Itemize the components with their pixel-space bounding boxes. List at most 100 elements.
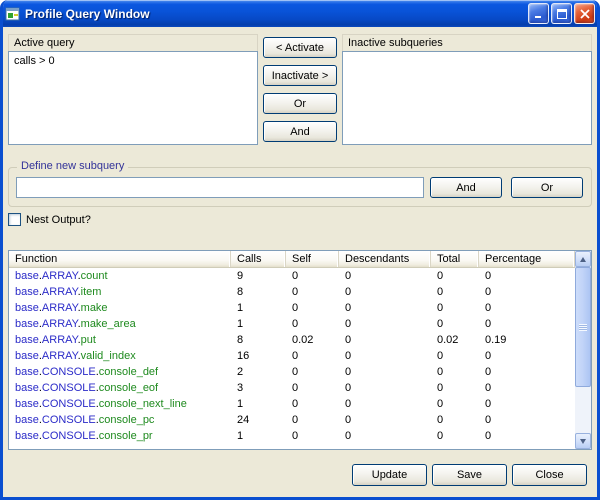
nest-output-label[interactable]: Nest Output? bbox=[26, 214, 91, 226]
table-row[interactable]: base.ARRAY.make_area 1 0 0 0 0 bbox=[9, 316, 575, 332]
profile-query-window: Profile Query Window Active query calls … bbox=[0, 0, 600, 500]
scroll-thumb[interactable] bbox=[575, 267, 591, 387]
minimize-icon bbox=[534, 9, 544, 19]
table-row[interactable]: base.CONSOLE.console_pc 24 0 0 0 0 bbox=[9, 412, 575, 428]
cell-self: 0.02 bbox=[286, 332, 339, 348]
header-percentage[interactable]: Percentage bbox=[479, 251, 575, 267]
active-query-listbox[interactable]: calls > 0 bbox=[8, 51, 258, 145]
define-subquery-label: Define new subquery bbox=[17, 160, 128, 172]
function-table: Function Calls Self Descendants Total Pe… bbox=[8, 250, 592, 450]
table-body: base.ARRAY.count 9 0 0 0 0 base.ARRAY.it… bbox=[9, 268, 575, 449]
function-name: base.CONSOLE.console_pr bbox=[9, 428, 231, 444]
cell-descendants: 0 bbox=[339, 428, 431, 444]
cell-calls: 9 bbox=[231, 268, 286, 284]
and-transfer-button[interactable]: And bbox=[263, 121, 337, 142]
thumb-grip-icon bbox=[579, 324, 587, 331]
cell-descendants: 0 bbox=[339, 300, 431, 316]
cell-percentage: 0 bbox=[479, 396, 575, 412]
scroll-up-button[interactable] bbox=[575, 251, 591, 267]
table-row[interactable]: base.ARRAY.count 9 0 0 0 0 bbox=[9, 268, 575, 284]
cell-percentage: 0 bbox=[479, 364, 575, 380]
maximize-button[interactable] bbox=[551, 3, 572, 24]
function-name: base.CONSOLE.console_next_line bbox=[9, 396, 231, 412]
function-name: base.ARRAY.make bbox=[9, 300, 231, 316]
cell-self: 0 bbox=[286, 364, 339, 380]
cell-calls: 1 bbox=[231, 396, 286, 412]
table-row[interactable]: base.ARRAY.make 1 0 0 0 0 bbox=[9, 300, 575, 316]
update-button[interactable]: Update bbox=[352, 464, 427, 486]
cell-self: 0 bbox=[286, 412, 339, 428]
save-button[interactable]: Save bbox=[432, 464, 507, 486]
active-query-item[interactable]: calls > 0 bbox=[9, 52, 257, 67]
nest-output-checkbox[interactable] bbox=[8, 213, 21, 226]
cell-total: 0 bbox=[431, 348, 479, 364]
subquery-or-button[interactable]: Or bbox=[511, 177, 583, 198]
inactivate-button[interactable]: Inactivate > bbox=[263, 65, 337, 86]
header-self[interactable]: Self bbox=[286, 251, 339, 267]
app-icon bbox=[5, 6, 21, 22]
header-descendants[interactable]: Descendants bbox=[339, 251, 431, 267]
cell-total: 0 bbox=[431, 428, 479, 444]
subquery-and-button[interactable]: And bbox=[430, 177, 502, 198]
cell-descendants: 0 bbox=[339, 380, 431, 396]
inactive-subqueries-listbox[interactable] bbox=[342, 51, 592, 145]
cell-total: 0 bbox=[431, 364, 479, 380]
close-button[interactable] bbox=[574, 3, 595, 24]
cell-calls: 2 bbox=[231, 364, 286, 380]
vertical-scrollbar[interactable] bbox=[575, 251, 591, 449]
minimize-button[interactable] bbox=[528, 3, 549, 24]
cell-total: 0 bbox=[431, 412, 479, 428]
maximize-icon bbox=[557, 9, 567, 19]
cell-self: 0 bbox=[286, 428, 339, 444]
subquery-input[interactable] bbox=[16, 177, 424, 198]
client-area: Active query calls > 0 < Activate Inacti… bbox=[3, 27, 597, 497]
cell-descendants: 0 bbox=[339, 396, 431, 412]
cell-descendants: 0 bbox=[339, 316, 431, 332]
function-name: base.ARRAY.count bbox=[9, 268, 231, 284]
cell-calls: 3 bbox=[231, 380, 286, 396]
table-row[interactable]: base.CONSOLE.console_pr 1 0 0 0 0 bbox=[9, 428, 575, 444]
cell-self: 0 bbox=[286, 348, 339, 364]
close-window-button[interactable]: Close bbox=[512, 464, 587, 486]
titlebar[interactable]: Profile Query Window bbox=[0, 0, 600, 27]
scroll-down-button[interactable] bbox=[575, 433, 591, 449]
table-row[interactable]: base.CONSOLE.console_next_line 1 0 0 0 0 bbox=[9, 396, 575, 412]
table-row[interactable]: base.CONSOLE.console_eof 3 0 0 0 0 bbox=[9, 380, 575, 396]
function-name: base.ARRAY.put bbox=[9, 332, 231, 348]
table-row[interactable]: base.ARRAY.item 8 0 0 0 0 bbox=[9, 284, 575, 300]
header-function[interactable]: Function bbox=[9, 251, 231, 267]
cell-self: 0 bbox=[286, 396, 339, 412]
cell-calls: 16 bbox=[231, 348, 286, 364]
cell-self: 0 bbox=[286, 316, 339, 332]
cell-calls: 8 bbox=[231, 284, 286, 300]
cell-descendants: 0 bbox=[339, 348, 431, 364]
table-row[interactable]: base.CONSOLE.console_def 2 0 0 0 0 bbox=[9, 364, 575, 380]
function-name: base.CONSOLE.console_eof bbox=[9, 380, 231, 396]
activate-button[interactable]: < Activate bbox=[263, 37, 337, 58]
table-row[interactable]: base.ARRAY.put 8 0.02 0 0.02 0.19 bbox=[9, 332, 575, 348]
inactive-subqueries-panel: Inactive subqueries bbox=[342, 34, 592, 145]
cell-total: 0 bbox=[431, 268, 479, 284]
or-transfer-button[interactable]: Or bbox=[263, 93, 337, 114]
up-arrow-icon bbox=[580, 257, 586, 262]
header-total[interactable]: Total bbox=[431, 251, 479, 267]
function-name: base.CONSOLE.console_pc bbox=[9, 412, 231, 428]
table-row[interactable]: base.ARRAY.valid_index 16 0 0 0 0 bbox=[9, 348, 575, 364]
cell-total: 0.02 bbox=[431, 332, 479, 348]
cell-self: 0 bbox=[286, 380, 339, 396]
table-header: Function Calls Self Descendants Total Pe… bbox=[9, 251, 575, 268]
cell-percentage: 0 bbox=[479, 412, 575, 428]
cell-descendants: 0 bbox=[339, 364, 431, 380]
cell-calls: 1 bbox=[231, 300, 286, 316]
cell-descendants: 0 bbox=[339, 268, 431, 284]
cell-self: 0 bbox=[286, 300, 339, 316]
cell-self: 0 bbox=[286, 284, 339, 300]
cell-calls: 1 bbox=[231, 316, 286, 332]
header-calls[interactable]: Calls bbox=[231, 251, 286, 267]
nest-output-row: Nest Output? bbox=[8, 213, 91, 226]
cell-calls: 8 bbox=[231, 332, 286, 348]
close-icon bbox=[580, 9, 590, 19]
function-name: base.ARRAY.valid_index bbox=[9, 348, 231, 364]
function-name: base.ARRAY.make_area bbox=[9, 316, 231, 332]
down-arrow-icon bbox=[580, 439, 586, 444]
